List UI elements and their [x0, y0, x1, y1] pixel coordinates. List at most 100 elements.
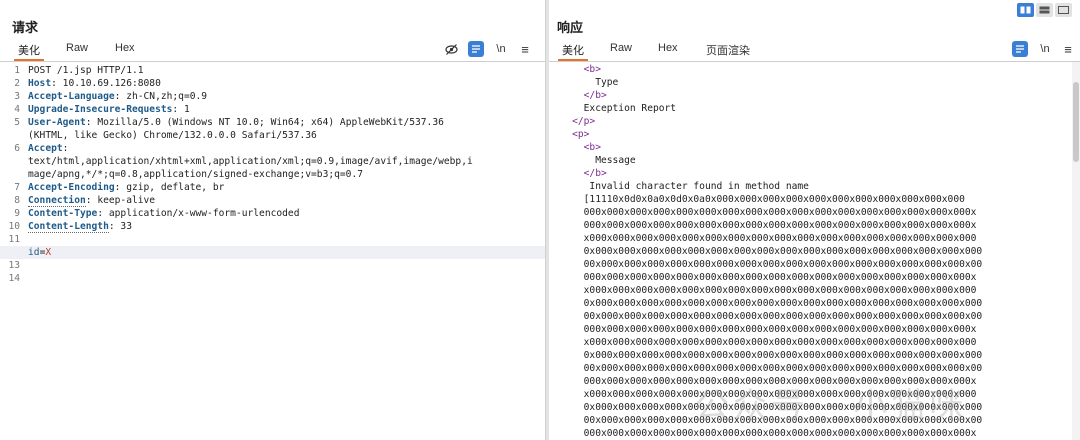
html-tag: <p> [572, 129, 590, 140]
response-newline-toggle[interactable]: \n [1038, 41, 1052, 57]
html-tag: </b> [583, 168, 607, 179]
response-line[interactable]: </p> [549, 115, 1064, 128]
response-tab-hex[interactable]: Hex [658, 42, 678, 54]
response-scrollbar[interactable] [1072, 62, 1080, 440]
response-tab-pretty[interactable]: 美化 [558, 42, 588, 61]
response-text: 0x000x000x000x000x000x000x000x000x000x00… [583, 298, 983, 309]
request-line[interactable] [28, 259, 541, 272]
request-tab-raw[interactable]: Raw [66, 42, 88, 54]
response-line[interactable]: 00x000x000x000x000x000x000x000x000x000x0… [549, 258, 1064, 271]
response-line[interactable]: </b> [549, 167, 1064, 180]
header-value: gzip, deflate, br [120, 182, 225, 193]
response-line[interactable]: 000x000x000x000x000x000x000x000x000x000x… [549, 219, 1064, 232]
word-wrap-icon[interactable] [468, 41, 484, 57]
response-word-wrap-icon[interactable] [1012, 41, 1028, 57]
request-line[interactable]: Accept: [28, 142, 541, 155]
response-line[interactable]: Type [549, 76, 1064, 89]
request-menu-icon[interactable]: ≡ [518, 41, 532, 57]
request-line[interactable]: (KHTML, like Gecko) Chrome/132.0.0.0 Saf… [28, 129, 541, 142]
response-tab-raw[interactable]: Raw [610, 42, 632, 54]
response-text: 0x000x000x000x000x000x000x000x000x000x00… [583, 246, 983, 257]
response-line[interactable]: <b> [549, 63, 1064, 76]
response-line[interactable]: 0x000x000x000x000x000x000x000x000x000x00… [549, 349, 1064, 362]
response-title: 响应 [557, 20, 584, 35]
request-editor[interactable]: 1234567891011121314 POST /1.jsp HTTP/1.1… [0, 62, 545, 440]
response-tab-render[interactable]: 页面渲染 [706, 42, 750, 58]
header-name: Accept-Encoding [28, 182, 115, 193]
header-name: Accept [28, 143, 63, 154]
response-text: [11110x0d0x0a0x0d0x0a0x000x000x000x000x0… [583, 194, 965, 205]
request-line[interactable]: Content-Length: 33 [28, 220, 541, 233]
request-tab-pretty[interactable]: 美化 [14, 42, 44, 61]
response-text: 000x000x000x000x000x000x000x000x000x000x… [583, 207, 977, 218]
request-tab-hex[interactable]: Hex [115, 42, 135, 54]
response-scroll-thumb[interactable] [1073, 82, 1079, 162]
response-line[interactable]: x000x000x000x000x000x000x000x000x000x000… [549, 336, 1064, 349]
header-value: application/x-www-form-urlencoded [103, 208, 300, 219]
request-line[interactable]: Upgrade-Insecure-Requests: 1 [28, 103, 541, 116]
line-number: 7 [14, 182, 20, 193]
header-value: 10.10.69.126:8080 [56, 78, 161, 89]
watermark: 公众号 · 小猫咪 [695, 386, 968, 426]
request-line[interactable]: Connection: keep-alive [28, 194, 541, 207]
body-param-value: X [45, 247, 52, 258]
response-line[interactable]: 0x000x000x000x000x000x000x000x000x000x00… [549, 245, 1064, 258]
response-line[interactable]: </b> [549, 89, 1064, 102]
response-text: Type [595, 77, 619, 88]
response-line[interactable]: 000x000x000x000x000x000x000x000x000x000x… [549, 271, 1064, 284]
layout-side-by-side-icon[interactable] [1017, 3, 1034, 17]
response-text: 000x000x000x000x000x000x000x000x000x000x… [583, 272, 977, 283]
header-name: Content-Length [28, 221, 109, 233]
response-line[interactable]: 0x000x000x000x000x000x000x000x000x000x00… [549, 297, 1064, 310]
layout-single-icon[interactable] [1055, 3, 1072, 17]
request-line[interactable]: Content-Type: application/x-www-form-url… [28, 207, 541, 220]
header-name: Connection [28, 195, 86, 207]
response-text: Invalid character found in method name [583, 181, 809, 192]
response-line[interactable]: [11110x0d0x0a0x0d0x0a0x000x000x000x000x0… [549, 193, 1064, 206]
request-line[interactable]: POST /1.jsp HTTP/1.1 [28, 64, 541, 77]
response-line[interactable]: x000x000x000x000x000x000x000x000x000x000… [549, 284, 1064, 297]
response-line[interactable]: Exception Report [549, 102, 1064, 115]
request-line[interactable] [28, 272, 541, 285]
header-name: Host [28, 78, 52, 89]
request-lines[interactable]: POST /1.jsp HTTP/1.1 Host: 10.10.69.126:8… [0, 64, 545, 285]
line-number: 8 [14, 195, 20, 206]
response-line[interactable]: 000x000x000x000x000x000x000x000x000x000x… [549, 206, 1064, 219]
request-line[interactable]: Accept-Encoding: gzip, deflate, br [28, 181, 541, 194]
response-text: Message [595, 155, 636, 166]
hide-nonprintable-icon[interactable] [443, 41, 459, 57]
request-line[interactable]: User-Agent: Mozilla/5.0 (Windows NT 10.0… [28, 116, 541, 129]
request-line[interactable]: Host: 10.10.69.126:8080 [28, 77, 541, 90]
request-line[interactable]: text/html,application/xhtml+xml,applicat… [28, 155, 541, 168]
response-line[interactable]: 000x000x000x000x000x000x000x000x000x000x… [549, 323, 1064, 336]
response-line[interactable]: Message [549, 154, 1064, 167]
response-text: 0x000x000x000x000x000x000x000x000x000x00… [583, 350, 983, 361]
response-text: 000x000x000x000x000x000x000x000x000x000x… [583, 324, 977, 335]
newline-toggle[interactable]: \n [494, 41, 508, 57]
response-line[interactable]: Invalid character found in method name [549, 180, 1064, 193]
request-line[interactable] [28, 233, 541, 246]
response-line[interactable]: <p> [549, 128, 1064, 141]
response-line[interactable]: x000x000x000x000x000x000x000x000x000x000… [549, 232, 1064, 245]
layout-stacked-icon[interactable] [1036, 3, 1053, 17]
request-line[interactable]: Accept-Language: zh-CN,zh;q=0.9 [28, 90, 541, 103]
request-line[interactable]: mage/apng,*/*;q=0.8,application/signed-e… [28, 168, 541, 181]
response-line[interactable]: 00x000x000x000x000x000x000x000x000x000x0… [549, 310, 1064, 323]
response-line[interactable]: <b> [549, 141, 1064, 154]
line-number: 10 [8, 221, 20, 232]
response-menu-icon[interactable]: ≡ [1061, 41, 1075, 57]
response-line[interactable]: 000x000x000x000x000x000x000x000x000x000x… [549, 427, 1064, 440]
response-line[interactable]: 00x000x000x000x000x000x000x000x000x000x0… [549, 362, 1064, 375]
request-line[interactable]: id=X [0, 246, 545, 259]
response-editor-divider [549, 61, 1080, 62]
